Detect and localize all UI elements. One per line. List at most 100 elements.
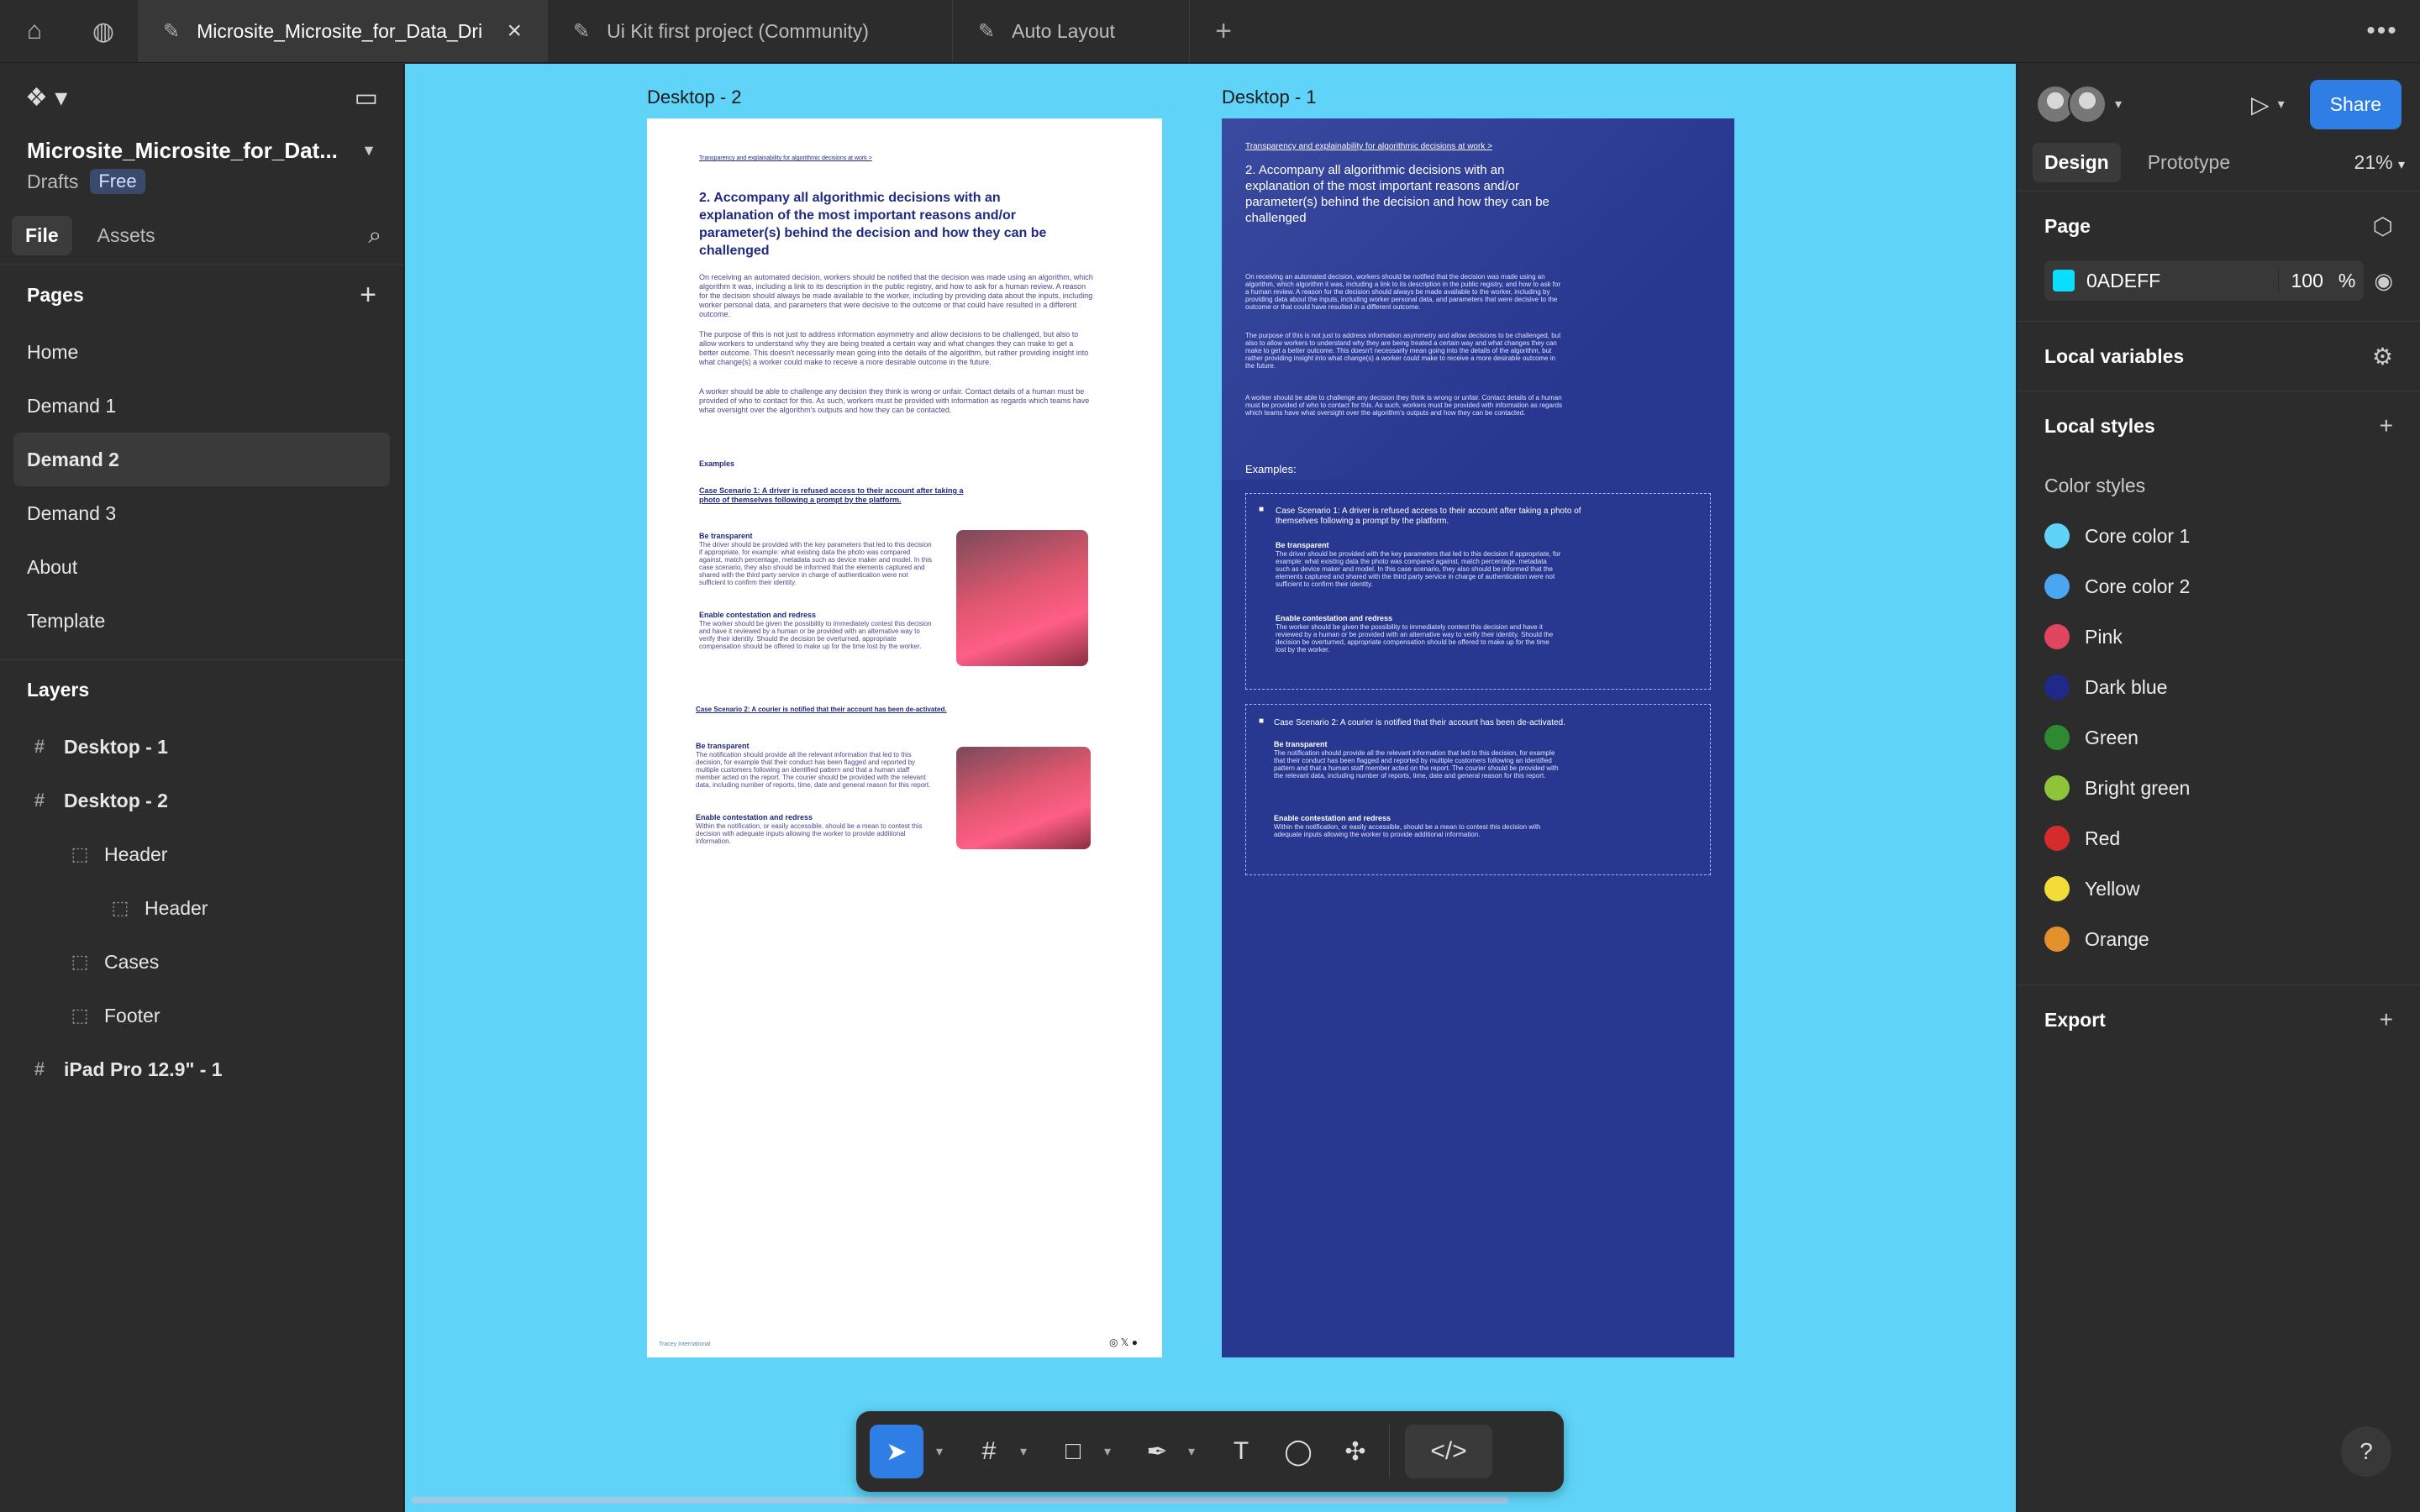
eye-icon[interactable]: ◉: [2374, 268, 2393, 294]
color-style-item[interactable]: Core color 1: [2018, 511, 2420, 561]
color-styles-list: Core color 1 Core color 2 Pink Dark blue Gre…: [2018, 511, 2420, 964]
case-1-body-2: The worker should be given the possibili…: [1276, 623, 1554, 654]
style-icon[interactable]: ⬡: [2373, 213, 2393, 240]
canvas[interactable]: Desktop - 2 Desktop - 1 Transparency and…: [405, 64, 2016, 1512]
layer-desktop-1[interactable]: # Desktop - 1: [0, 720, 403, 774]
color-style-item[interactable]: Orange: [2018, 914, 2420, 964]
page-item-demand-3[interactable]: Demand 3: [13, 486, 390, 540]
case-2-subtitle-1: Be transparent: [696, 742, 750, 750]
page-item-template[interactable]: Template: [13, 594, 390, 648]
color-style-item[interactable]: Green: [2018, 712, 2420, 763]
sidebar-toggle-icon[interactable]: ▭: [355, 83, 378, 113]
tab-label: Microsite_Microsite_for_Data_Dri: [197, 19, 483, 42]
page-heading: Page: [2044, 214, 2091, 237]
color-dot: [2044, 624, 2070, 649]
new-tab-icon[interactable]: +: [1190, 0, 1257, 62]
dev-mode-toggle-icon[interactable]: </>: [1405, 1425, 1492, 1478]
color-style-item[interactable]: Bright green: [2018, 763, 2420, 813]
chevron-down-icon[interactable]: ▾: [929, 1443, 950, 1460]
page-color-field[interactable]: 0ADEFF 100 %: [2044, 260, 2365, 301]
color-dot: [2044, 523, 2070, 549]
horizontal-scrollbar[interactable]: [412, 1497, 1508, 1504]
close-icon[interactable]: ×: [507, 17, 522, 45]
case-1-subtitle-2: Enable contestation and redress: [1276, 614, 1393, 622]
case-card-2[interactable]: [1245, 704, 1711, 875]
page-item-about[interactable]: About: [13, 540, 390, 594]
page-item-home[interactable]: Home: [13, 325, 390, 379]
color-style-label: Yellow: [2085, 877, 2140, 900]
more-icon[interactable]: •••: [2344, 0, 2420, 62]
figma-menu-icon[interactable]: ❖ ▾: [25, 83, 67, 113]
color-dot: [2044, 725, 2070, 750]
color-dot: [2044, 927, 2070, 952]
color-style-label: Pink: [2085, 625, 2123, 648]
add-page-icon[interactable]: +: [360, 279, 376, 312]
add-export-icon[interactable]: +: [2380, 1006, 2393, 1033]
page-color-hex[interactable]: 0ADEFF: [2086, 270, 2160, 292]
zoom-value: 21%: [2354, 151, 2393, 173]
chevron-down-icon[interactable]: ▾: [2115, 96, 2122, 113]
frame-label-desktop-2[interactable]: Desktop - 2: [647, 87, 742, 108]
resources-tool-icon[interactable]: ✣: [1337, 1425, 1374, 1478]
color-style-item[interactable]: Dark blue: [2018, 662, 2420, 712]
search-icon[interactable]: ⌕: [368, 222, 381, 249]
color-style-label: Orange: [2085, 927, 2149, 950]
pen-icon: ✎: [163, 19, 181, 43]
social-icons: ◎ 𝕏 ●: [1109, 1336, 1139, 1348]
tab-design[interactable]: Design: [2033, 143, 2121, 182]
play-icon[interactable]: ▷: [2251, 91, 2270, 118]
color-style-item[interactable]: Yellow: [2018, 864, 2420, 914]
page-opacity[interactable]: 100: [2291, 270, 2323, 292]
photo-protest-1: [956, 530, 1088, 666]
page-item-demand-1[interactable]: Demand 1: [13, 379, 390, 433]
page-item-demand-2[interactable]: Demand 2: [13, 433, 390, 486]
layer-header[interactable]: ⬚ Header: [0, 827, 403, 881]
layer-header-child[interactable]: ⬚ Header: [0, 881, 403, 935]
avatar[interactable]: [2068, 85, 2107, 123]
comment-tool-icon[interactable]: ◯: [1280, 1425, 1317, 1478]
frame-desktop-2[interactable]: Transparency and explainability for algo…: [647, 118, 1162, 1357]
color-style-item[interactable]: Red: [2018, 813, 2420, 864]
color-style-item[interactable]: Core color 2: [2018, 561, 2420, 612]
globe-icon[interactable]: ◍: [69, 0, 138, 62]
tab-microsite[interactable]: ✎ Microsite_Microsite_for_Data_Dri ×: [138, 0, 548, 62]
chevron-down-icon[interactable]: ▾: [2278, 96, 2285, 113]
layer-ipad-pro[interactable]: # iPad Pro 12.9" - 1: [0, 1042, 403, 1096]
tab-prototype[interactable]: Prototype: [2136, 143, 2242, 182]
layer-label: Desktop - 1: [64, 735, 168, 758]
pen-tool-icon[interactable]: ✒: [1139, 1425, 1176, 1478]
zoom-level[interactable]: 21% ▾: [2354, 151, 2405, 174]
chevron-down-icon[interactable]: ▼: [361, 142, 376, 160]
rectangle-tool-icon[interactable]: □: [1055, 1425, 1092, 1478]
file-title[interactable]: Microsite_Microsite_for_Dat... ▼: [0, 138, 403, 164]
chevron-down-icon[interactable]: ▾: [1013, 1443, 1034, 1460]
add-style-icon[interactable]: +: [2380, 412, 2393, 439]
frame-label-desktop-1[interactable]: Desktop - 1: [1222, 87, 1317, 108]
layer-footer[interactable]: ⬚ Footer: [0, 989, 403, 1042]
color-style-item[interactable]: Pink: [2018, 612, 2420, 662]
variables-icon[interactable]: ⚙: [2372, 343, 2393, 370]
frame-desktop-1[interactable]: Transparency and explainability for algo…: [1222, 118, 1734, 1357]
tab-file[interactable]: File: [12, 216, 72, 255]
home-icon[interactable]: ⌂: [0, 0, 69, 62]
plan-badge: Free: [90, 169, 145, 194]
help-button[interactable]: ?: [2341, 1426, 2391, 1477]
tab-auto-layout[interactable]: ✎ Auto Layout: [953, 0, 1190, 62]
move-tool-icon[interactable]: ➤: [870, 1425, 923, 1478]
tab-assets[interactable]: Assets: [84, 216, 169, 255]
chevron-down-icon[interactable]: ▾: [1181, 1443, 1202, 1460]
file-location[interactable]: Drafts: [27, 171, 78, 193]
layer-desktop-2[interactable]: # Desktop - 2: [0, 774, 403, 827]
share-button[interactable]: Share: [2309, 79, 2402, 129]
case-1-body-1: The driver should be provided with the k…: [1276, 550, 1561, 588]
text-tool-icon[interactable]: T: [1223, 1425, 1260, 1478]
chevron-down-icon[interactable]: ▾: [1097, 1443, 1118, 1460]
frame-tool-icon[interactable]: #: [971, 1425, 1007, 1478]
case-1-title: Case Scenario 1: A driver is refused acc…: [1276, 507, 1581, 526]
tab-label: Auto Layout: [1012, 19, 1115, 42]
group-icon: ⬚: [111, 897, 129, 918]
color-dot: [2044, 826, 2070, 851]
layer-cases[interactable]: ⬚ Cases: [0, 935, 403, 989]
tab-ui-kit[interactable]: ✎ Ui Kit first project (Community): [548, 0, 953, 62]
color-swatch[interactable]: [2053, 270, 2075, 291]
